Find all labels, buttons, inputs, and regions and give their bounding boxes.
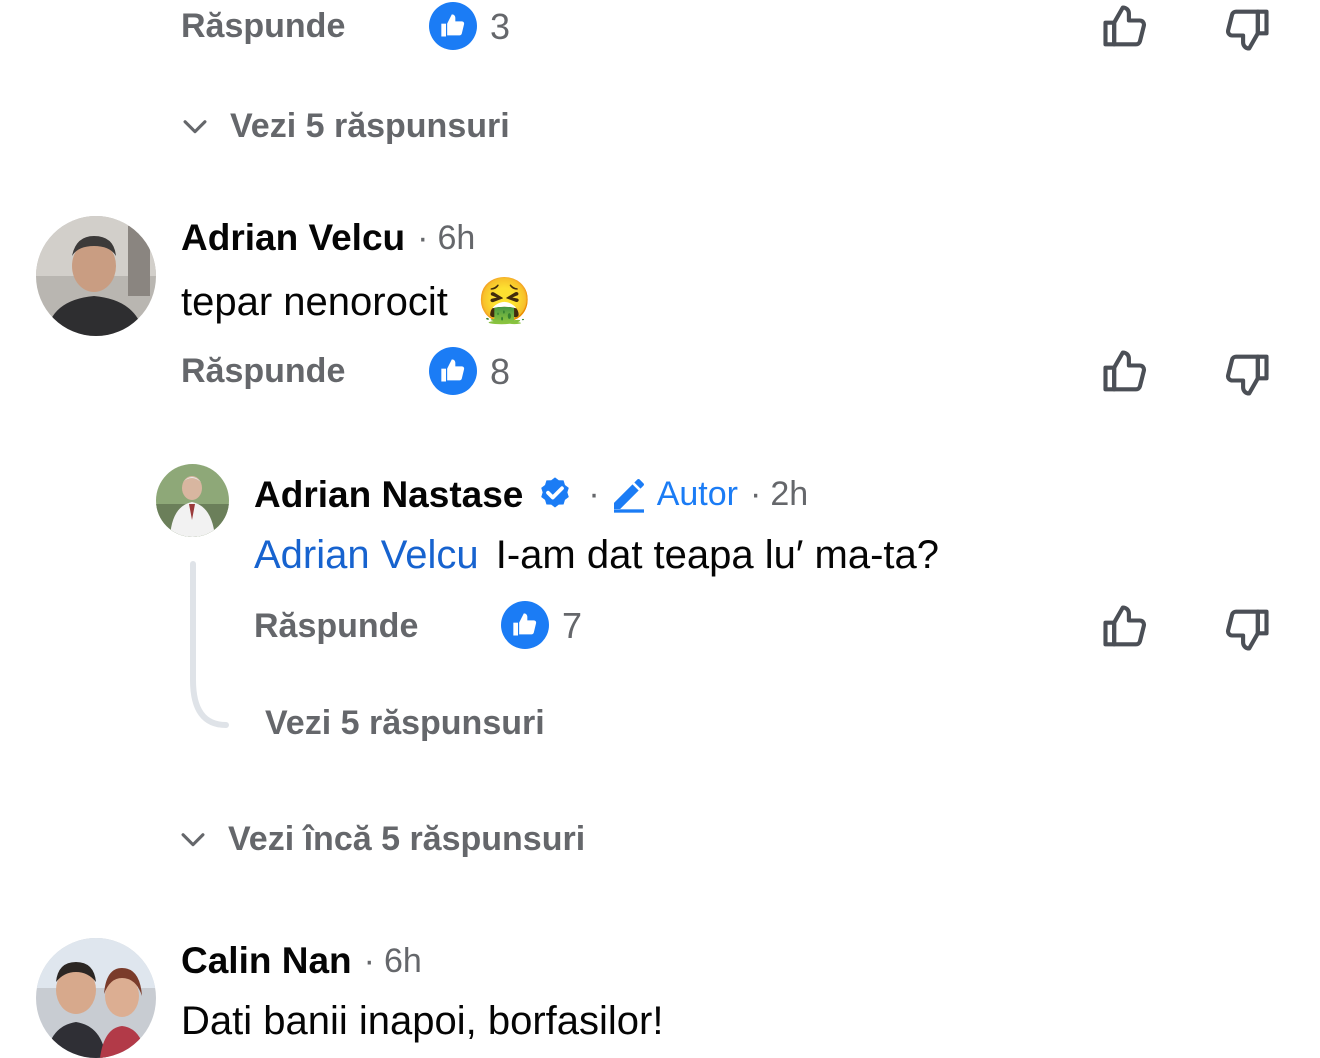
- thumbs-down-icon[interactable]: [1221, 348, 1273, 400]
- chevron-down-icon: [183, 120, 207, 134]
- mention-link[interactable]: Adrian Velcu: [254, 533, 479, 577]
- pencil-icon: [613, 479, 644, 513]
- chevron-down-icon: [181, 833, 205, 847]
- reply-button[interactable]: Răspunde: [254, 609, 418, 643]
- avatar[interactable]: [36, 938, 156, 1058]
- see-replies-button[interactable]: Vezi 5 răspunsuri: [178, 109, 510, 143]
- see-replies-button[interactable]: Vezi 5 răspunsuri: [265, 706, 545, 740]
- separator: ·: [417, 218, 429, 257]
- avatar[interactable]: [156, 464, 229, 537]
- comment-header: Adrian Velcu · 6h: [181, 219, 475, 256]
- like-count: 7: [562, 605, 583, 646]
- see-more-replies-label: Vezi încă 5 răspunsuri: [228, 820, 586, 858]
- thumbs-up-icon[interactable]: [1099, 346, 1151, 398]
- thread-connector-line: [190, 561, 229, 728]
- see-more-replies-button[interactable]: Vezi încă 5 răspunsuri: [176, 822, 585, 856]
- like-count: 8: [490, 351, 511, 392]
- see-replies-label: Vezi 5 răspunsuri: [230, 107, 510, 145]
- comment-body: tepar nenorocit: [181, 280, 448, 324]
- comment-time[interactable]: 6h: [384, 944, 422, 978]
- author-name[interactable]: Calin Nan: [181, 942, 352, 979]
- comment-time[interactable]: 6h: [437, 221, 475, 255]
- reply-button[interactable]: Răspunde: [181, 354, 345, 388]
- comment-text: Dati banii inapoi, borfasilor!: [181, 999, 664, 1043]
- verified-badge-icon: [541, 477, 570, 508]
- thumbs-up-icon[interactable]: [1099, 601, 1151, 653]
- reply-header: Adrian Nastase · Autor · 2h: [254, 474, 808, 514]
- comment-header: Calin Nan · 6h: [181, 942, 422, 979]
- thumbs-up-icon[interactable]: [1099, 1, 1151, 53]
- like-count: 3: [490, 6, 511, 47]
- separator: ·: [749, 475, 762, 513]
- author-name[interactable]: Adrian Nastase: [254, 476, 523, 513]
- comment-text: tepar nenorocit 🤮: [181, 279, 532, 323]
- comment-time[interactable]: 2h: [770, 477, 808, 511]
- separator: ·: [588, 475, 600, 513]
- avatar[interactable]: [36, 216, 156, 336]
- see-replies-label: Vezi 5 răspunsuri: [265, 704, 545, 742]
- like-reaction-icon: [501, 601, 549, 649]
- vomiting-face-emoji: 🤮: [476, 276, 532, 325]
- thumbs-down-icon[interactable]: [1221, 3, 1273, 55]
- separator: ·: [363, 941, 375, 980]
- reply-body: I-am dat teapa lu′ ma-ta?: [495, 533, 939, 577]
- thumbs-down-icon[interactable]: [1221, 603, 1273, 655]
- author-name[interactable]: Adrian Velcu: [181, 219, 405, 256]
- like-reaction-icon: [429, 347, 477, 395]
- reply-button[interactable]: Răspunde: [181, 9, 345, 43]
- reply-text: Adrian Velcu I-am dat teapa lu′ ma-ta?: [254, 535, 939, 575]
- like-reaction-icon: [429, 2, 477, 50]
- author-label: Autor: [656, 475, 738, 513]
